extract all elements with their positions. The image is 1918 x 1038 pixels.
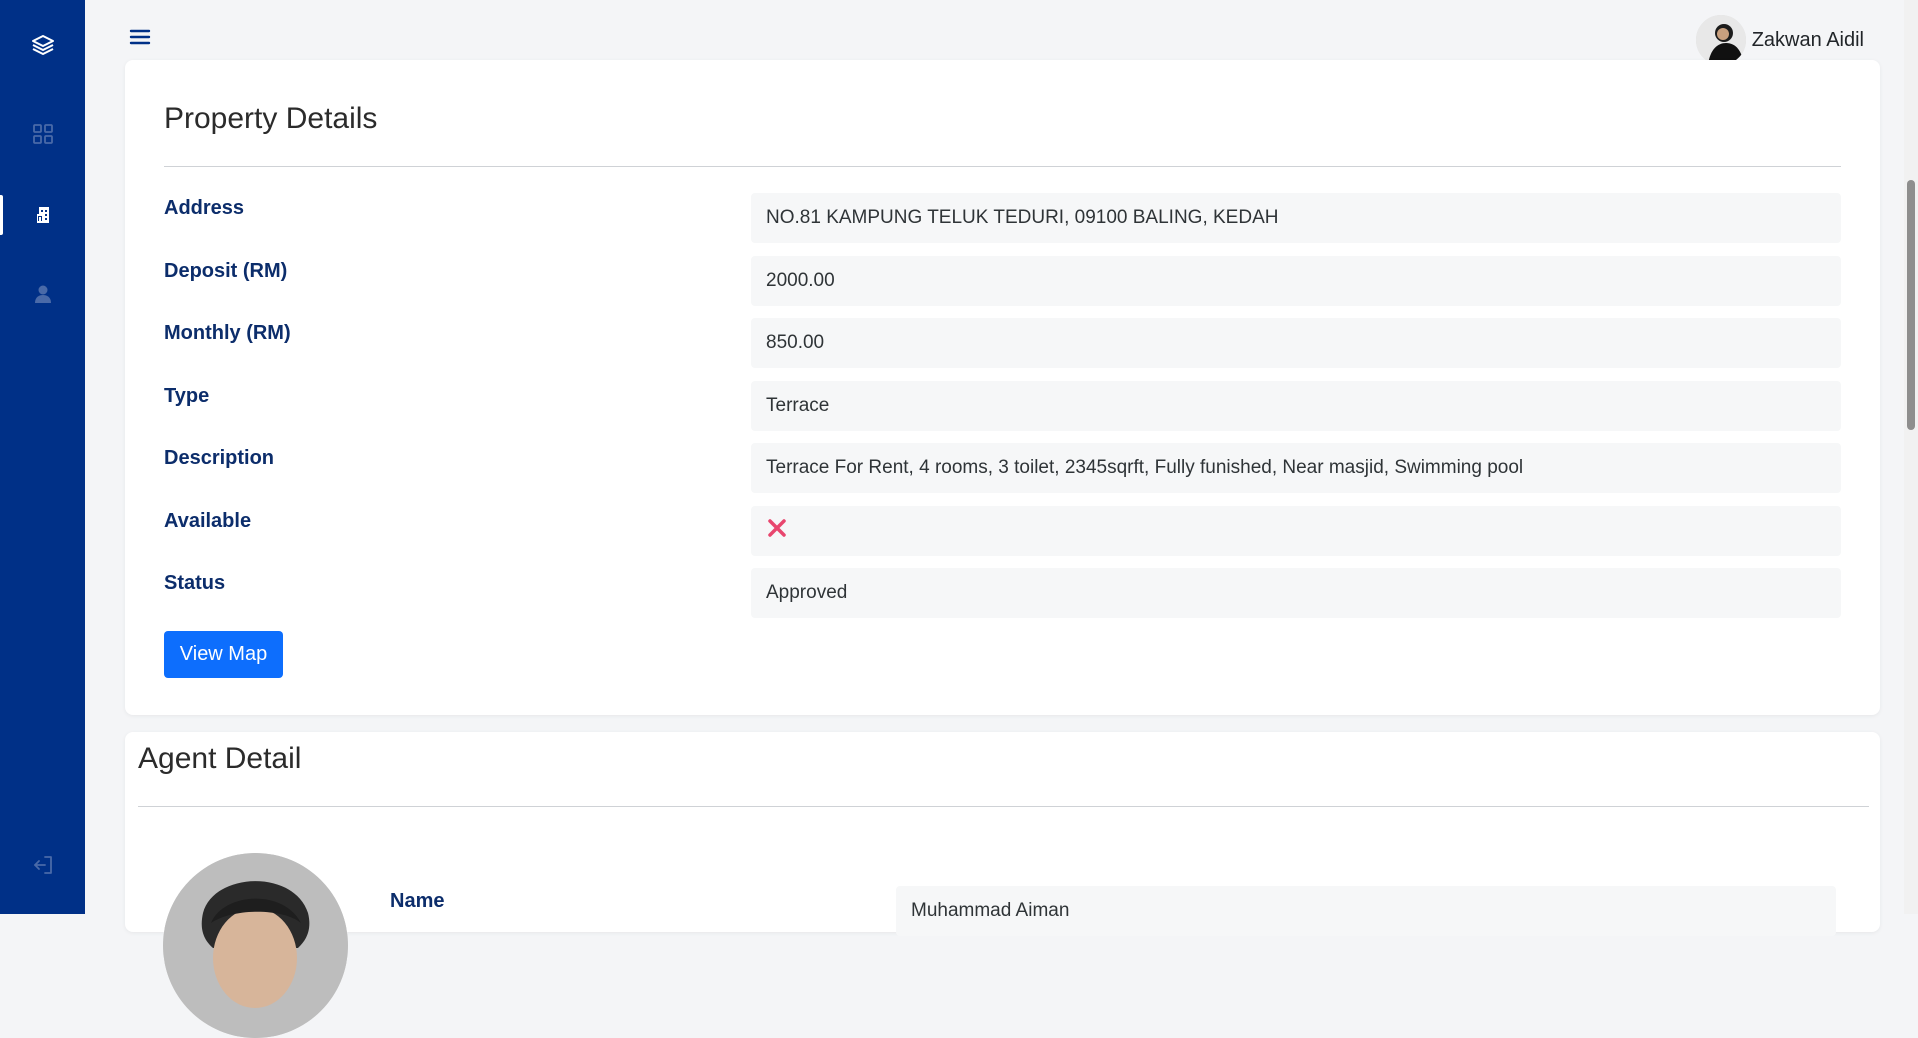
label-deposit: Deposit (RM) <box>164 260 288 282</box>
hamburger-menu-icon[interactable] <box>128 25 152 49</box>
value-status: Approved <box>751 568 1841 618</box>
user-avatar <box>1695 15 1746 65</box>
divider <box>138 806 1869 807</box>
user-name: Zakwan Aidil <box>1751 28 1864 51</box>
divider <box>164 166 1841 167</box>
agent-detail-card: Agent Detail Name Muhammad Aiman <box>125 732 1880 1038</box>
card-title-property: Property Details <box>164 102 378 135</box>
not-available-cross-icon <box>766 517 788 545</box>
label-available: Available <box>164 510 252 532</box>
label-description: Description <box>164 447 275 469</box>
label-status: Status <box>164 572 226 594</box>
view-map-button[interactable]: View Map <box>164 631 283 678</box>
profile-user-icon[interactable] <box>0 272 85 316</box>
value-type: Terrace <box>751 381 1841 431</box>
scrollbar-thumb[interactable] <box>1907 180 1915 430</box>
value-description: Terrace For Rent, 4 rooms, 3 toilet, 234… <box>751 443 1841 493</box>
user-menu[interactable]: Zakwan Aidil <box>1695 15 1864 65</box>
value-available <box>751 506 1841 556</box>
sidebar <box>0 0 85 914</box>
value-agent-name: Muhammad Aiman <box>896 886 1836 936</box>
property-building-icon[interactable] <box>0 193 85 237</box>
logout-icon[interactable] <box>0 843 85 887</box>
agent-photo <box>163 853 348 1038</box>
dashboard-grid-icon[interactable] <box>0 112 85 156</box>
value-monthly: 850.00 <box>751 318 1841 368</box>
value-deposit: 2000.00 <box>751 256 1841 306</box>
value-address: NO.81 KAMPUNG TELUK TEDURI, 09100 BALING… <box>751 193 1841 243</box>
label-monthly: Monthly (RM) <box>164 322 291 344</box>
logo-layers-icon[interactable] <box>0 23 85 67</box>
property-details-card: Property Details Address NO.81 KAMPUNG T… <box>125 60 1880 715</box>
label-address: Address <box>164 197 245 219</box>
vertical-scrollbar[interactable] <box>1904 0 1918 914</box>
card-title-agent: Agent Detail <box>138 742 302 775</box>
label-agent-name: Name <box>390 890 445 912</box>
label-type: Type <box>164 385 210 407</box>
